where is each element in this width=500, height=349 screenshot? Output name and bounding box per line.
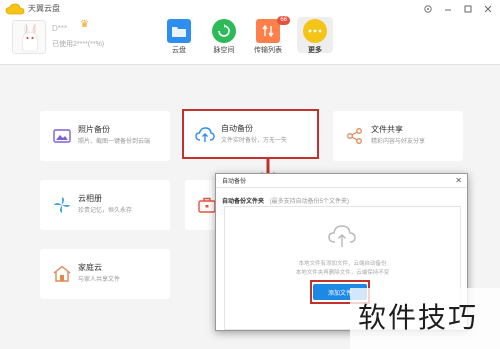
dialog-title: 自动备份 [222,179,247,185]
close-icon[interactable] [481,2,495,15]
transfer-icon: 66 [256,16,290,43]
refresh-icon [212,19,236,43]
watermark-text: 软件技巧 [358,301,479,334]
briefcase-icon [198,197,216,213]
folder-icon [167,19,191,43]
section-title: 自动备份文件夹 [222,199,265,205]
username: D*** [52,24,68,33]
card-desc: 珍贵记忆，恒久永存 [78,208,133,214]
cloud-logo-icon [5,3,25,14]
dialog-section-header: 自动备份文件夹 (最多支持自动备份5个文件夹) [222,196,349,205]
card-title: 云相册 [78,194,102,203]
pinwheel-icon [54,197,70,213]
top-bar: D*** ♛ 已使用2****(**%) 云盘 脉空间 66 传输列表 更多 [0,16,500,65]
watermark: 软件技巧 [350,288,500,349]
window-controls [415,2,495,15]
card-title: 照片备份 [78,125,110,134]
section-hint: (最多支持自动备份5个文件夹) [269,199,350,205]
card-family-cloud[interactable]: 家庭云 与家人共享文件 [40,249,170,299]
cloud-upload-icon [328,225,356,247]
storage-usage: 已使用2****(**%) [52,41,105,48]
empty-hint-line-2: 本地文件夹再删除文件，云端保持不变 [295,270,390,276]
settings-icon[interactable] [421,2,435,15]
nav-label: 云盘 [172,47,186,54]
share-icon [347,128,362,144]
nav-item-cloud-disk[interactable]: 云盘 [161,17,197,54]
app-title: 天翼云盘 [28,4,60,13]
empty-hint-line-1: 本地文件有添加文件，云端自动备份 [298,261,387,267]
photo-icon [53,129,71,143]
dialog-titlebar: 自动备份 [216,174,467,188]
app-logo: 天翼云盘 [5,3,60,15]
nav-label: 脉空间 [213,47,235,54]
crown-icon: ♛ [80,19,89,30]
card-photo-backup[interactable]: 照片备份 照片、截图一键备份到云端 [40,111,170,161]
card-cloud-album[interactable]: 云相册 珍贵记忆，恒久永存 [40,180,170,230]
card-desc: 精彩内容与好友分享 [371,139,426,145]
house-icon [53,265,71,282]
nav-label: 更多 [308,47,322,54]
nav-label: 传输列表 [254,47,282,54]
avatar[interactable] [12,20,46,54]
card-file-share[interactable]: 文件共享 精彩内容与好友分享 [333,111,463,161]
title-bar: 天翼云盘 [0,0,500,17]
card-desc: 与家人共享文件 [78,277,121,283]
card-title: 家庭云 [78,263,102,272]
transfer-count-badge: 66 [277,16,290,25]
close-icon[interactable]: ✕ [455,176,462,185]
card-title: 文件共享 [371,125,403,134]
auto-backup-highlight [182,109,319,159]
more-icon [303,19,327,43]
nav-item-mai-space[interactable]: 脉空间 [206,17,242,54]
nav-item-more[interactable]: 更多 [297,17,333,54]
minimize-icon[interactable] [441,2,455,15]
card-desc: 照片、截图一键备份到云端 [78,139,151,145]
nav-item-transfer-list[interactable]: 66 传输列表 [250,16,290,54]
maximize-icon[interactable] [461,2,475,15]
